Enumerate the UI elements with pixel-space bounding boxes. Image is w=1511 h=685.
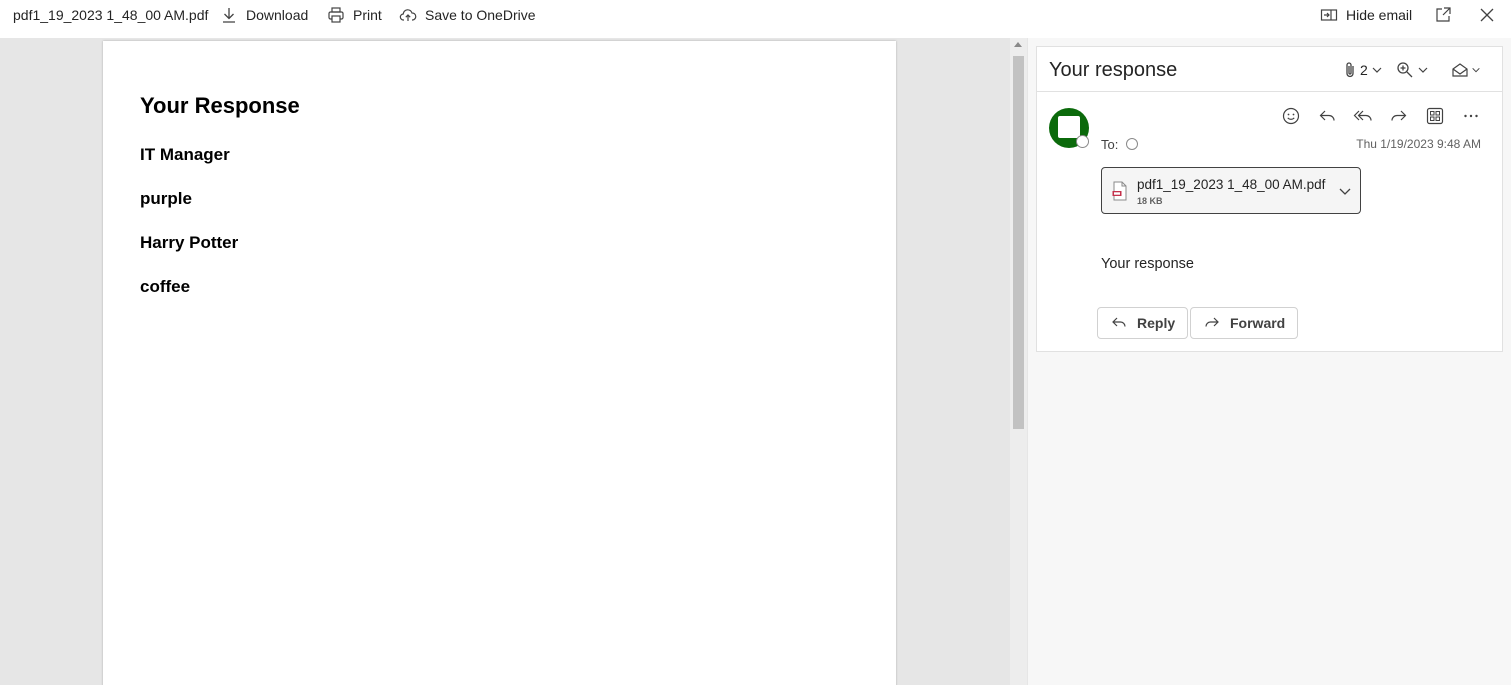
scroll-thumb[interactable] (1013, 56, 1024, 429)
email-reading-pane: Your response 2 To: Thu 1/19/2023 9:48 A… (1028, 38, 1511, 685)
attachments-count-button[interactable]: 2 (1343, 61, 1383, 79)
save-to-onedrive-button[interactable]: Save to OneDrive (399, 5, 536, 25)
chevron-down-icon (1372, 67, 1382, 73)
recipient-presence-icon[interactable] (1126, 138, 1138, 150)
presence-status-icon (1076, 135, 1089, 148)
reply-button[interactable]: Reply (1097, 307, 1189, 339)
hide-pane-icon (1320, 9, 1338, 21)
chevron-down-icon (1472, 67, 1480, 73)
message-card: To: Thu 1/19/2023 9:48 AM pdf1_19_2023 1… (1036, 91, 1503, 352)
cloud-upload-icon (399, 9, 417, 21)
chevron-down-icon (1418, 67, 1428, 73)
hide-email-label: Hide email (1346, 7, 1413, 23)
download-icon (223, 8, 235, 23)
mark-read-button[interactable] (1451, 61, 1481, 79)
attachment-name: pdf1_19_2023 1_48_00 AM.pdf (1137, 177, 1326, 192)
pdf-line-book: Harry Potter (140, 233, 239, 252)
reply-icon (1112, 317, 1126, 327)
pdf-page: Your Response IT Manager purple Harry Po… (103, 41, 896, 685)
reply-all-icon[interactable] (1353, 106, 1373, 126)
more-options-icon[interactable] (1461, 106, 1481, 126)
forward-icon (1205, 317, 1219, 327)
avatar-image (1058, 116, 1080, 138)
pdf-line-color: purple (140, 189, 192, 208)
pdf-heading: Your Response (140, 93, 300, 118)
scroll-up-arrow[interactable] (1014, 42, 1022, 47)
attachment-card[interactable]: pdf1_19_2023 1_48_00 AM.pdf 18 KB (1101, 167, 1361, 214)
download-button[interactable]: Download (220, 5, 308, 25)
zoom-in-icon (1397, 62, 1413, 78)
printer-icon (328, 7, 344, 23)
message-body: Your response (1101, 256, 1194, 272)
to-label: To: (1101, 137, 1119, 152)
chevron-down-icon[interactable] (1338, 184, 1352, 198)
message-date: Thu 1/19/2023 9:48 AM (1356, 137, 1481, 151)
attachment-count: 2 (1360, 62, 1368, 78)
zoom-button[interactable] (1396, 61, 1429, 79)
print-button[interactable]: Print (327, 5, 382, 25)
reply-icon[interactable] (1317, 106, 1337, 126)
pop-out-icon[interactable] (1434, 6, 1452, 24)
emoji-icon[interactable] (1281, 106, 1301, 126)
top-toolbar: pdf1_19_2023 1_48_00 AM.pdf Download Pri… (0, 0, 1511, 30)
reply-label: Reply (1137, 315, 1176, 331)
envelope-open-icon (1452, 63, 1468, 77)
forward-icon[interactable] (1389, 106, 1409, 126)
pdf-file-icon (1112, 181, 1127, 201)
forward-button[interactable]: Forward (1190, 307, 1299, 339)
print-label: Print (353, 7, 382, 23)
email-header: Your response 2 (1036, 46, 1503, 92)
email-subject: Your response (1049, 59, 1178, 81)
hide-email-button[interactable]: Hide email (1320, 5, 1412, 25)
attachment-size: 18 KB (1137, 196, 1163, 206)
pdf-viewer: Your Response IT Manager purple Harry Po… (0, 38, 1028, 685)
close-icon[interactable] (1478, 6, 1496, 24)
file-name: pdf1_19_2023 1_48_00 AM.pdf (13, 7, 209, 23)
pdf-line-job: IT Manager (140, 145, 230, 164)
pdf-line-drink: coffee (140, 277, 191, 296)
forward-label: Forward (1230, 315, 1286, 331)
viewer-scrollbar[interactable] (1010, 38, 1027, 685)
apps-icon[interactable] (1425, 106, 1445, 126)
paperclip-icon (1346, 62, 1354, 78)
download-label: Download (246, 7, 309, 23)
save-to-onedrive-label: Save to OneDrive (425, 7, 536, 23)
